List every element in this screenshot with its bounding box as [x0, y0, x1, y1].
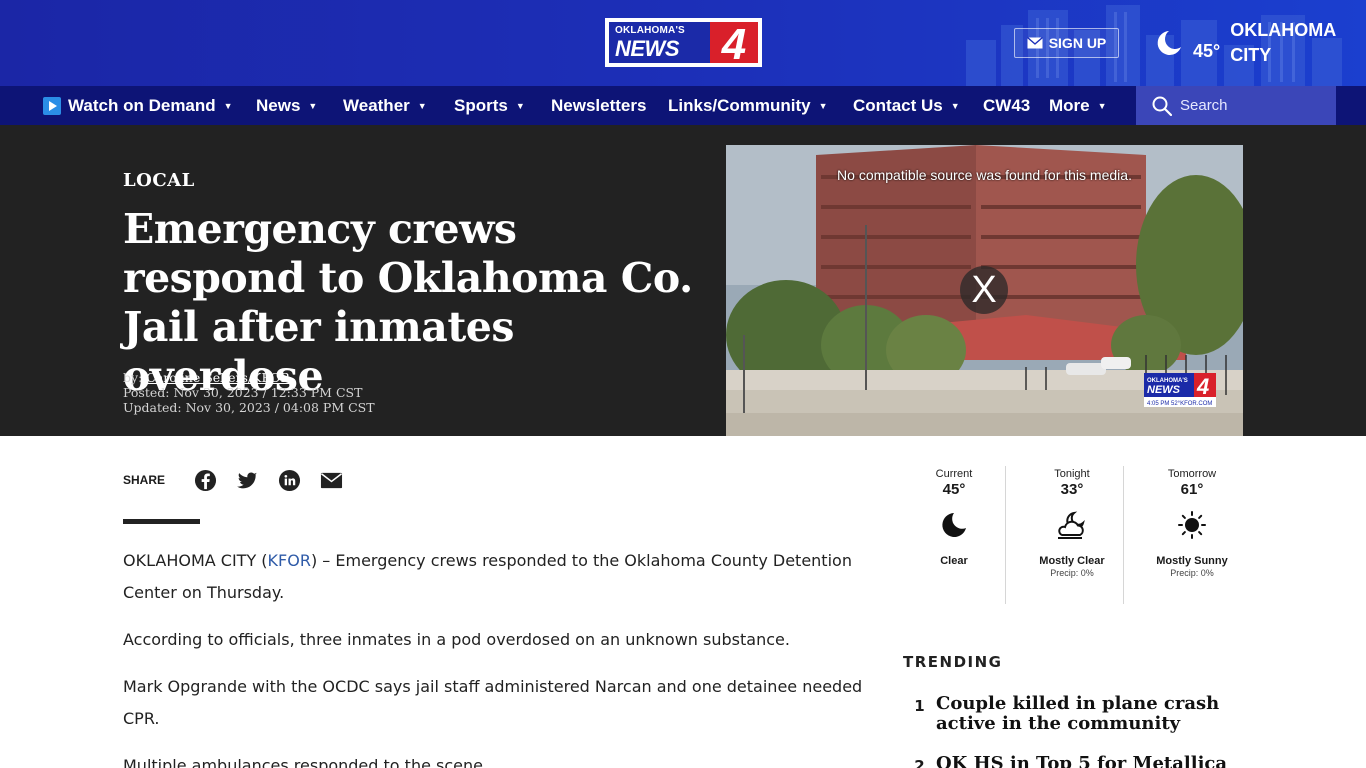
caret-down-icon: ▼	[818, 100, 828, 111]
play-icon	[43, 96, 61, 115]
site-header: OKLAHOMA'S NEWS 4 SIGN UP 45° OKLAHOMA C…	[0, 0, 1366, 86]
posted-date: Posted: Nov 30, 2023 / 12:33 PM CST	[123, 385, 363, 400]
video-error-message: No compatible source was found for this …	[837, 167, 1132, 183]
share-divider	[123, 519, 200, 524]
moon-icon	[1157, 31, 1181, 55]
nav-item-links-community[interactable]: Links/Community ▼	[668, 86, 828, 125]
logo-small-text: OKLAHOMA'S	[615, 25, 685, 36]
close-icon[interactable]: X	[960, 266, 1008, 314]
weather-condition: Mostly Sunny	[1156, 555, 1228, 567]
nav-item-label: More	[1049, 95, 1090, 115]
facebook-icon[interactable]	[194, 469, 217, 492]
caret-down-icon: ▼	[1097, 100, 1107, 111]
nav-item-label: News	[256, 95, 301, 115]
header-weather-temp: 45°	[1193, 40, 1221, 61]
main-nav: Watch on Demand ▼ News ▼ Weather ▼ Sport…	[0, 86, 1366, 125]
nav-item-label: Contact Us	[853, 95, 943, 115]
trending-rank: 1	[914, 697, 925, 715]
caret-down-icon: ▼	[515, 100, 525, 111]
nav-item-label: Sports	[454, 95, 508, 115]
linkedin-icon[interactable]	[278, 469, 301, 492]
logo-number: 4	[710, 22, 758, 63]
share-buttons	[194, 469, 343, 492]
twitter-icon[interactable]	[236, 469, 259, 492]
envelope-icon	[1026, 37, 1043, 49]
trending-item[interactable]: 1 Couple killed in plane crash active in…	[903, 694, 1243, 734]
byline-prefix: by:	[123, 370, 143, 385]
trending-item[interactable]: 2 OK HS in Top 5 for Metallica	[903, 754, 1243, 768]
nav-item-contact-us[interactable]: Contact Us ▼	[853, 86, 960, 125]
weather-period-label: Tonight	[1054, 468, 1090, 480]
article-paragraph: Multiple ambulances responded to the sce…	[123, 756, 489, 768]
nav-item-label: Weather	[343, 95, 410, 115]
logo-big-text: NEWS	[615, 36, 680, 61]
article-paragraph: OKLAHOMA CITY (KFOR) – Emergency crews r…	[123, 545, 868, 609]
partly-cloudy-night-icon	[1013, 508, 1131, 542]
caret-down-icon: ▼	[950, 100, 960, 111]
sun-icon	[1133, 508, 1251, 542]
nav-item-sports[interactable]: Sports ▼	[454, 86, 525, 125]
watermark-time: 4:05 PM 52°KFOR.COM	[1147, 401, 1212, 407]
email-icon[interactable]	[320, 469, 343, 492]
author-link[interactable]: Caroline Sellers/KFOR	[146, 370, 290, 385]
nav-item-label: Newsletters	[551, 95, 647, 115]
nav-item-cw43[interactable]: CW43	[983, 86, 1030, 125]
nav-item-watch-on-demand[interactable]: Watch on Demand ▼	[43, 86, 233, 125]
search-box[interactable]	[1136, 86, 1336, 125]
weather-condition: Mostly Clear	[1039, 555, 1105, 567]
station-watermark: OKLAHOMA'S NEWS 4 4:05 PM 52°KFOR.COM	[1144, 373, 1216, 407]
article-meta: by: Caroline Sellers/KFOR Posted: Nov 30…	[123, 370, 375, 415]
weather-condition: Clear	[940, 555, 968, 567]
site-logo[interactable]: OKLAHOMA'S NEWS 4	[605, 18, 762, 67]
search-input[interactable]	[1180, 97, 1330, 114]
nav-item-weather[interactable]: Weather ▼	[343, 86, 427, 125]
nav-item-label: CW43	[983, 95, 1031, 115]
weather-temp: 33°	[1060, 481, 1084, 498]
article-paragraph: According to officials, three inmates in…	[123, 630, 790, 649]
trending-link[interactable]: OK HS in Top 5 for Metallica	[936, 754, 1241, 768]
weather-tonight[interactable]: Tonight 33° Mostly Clear Precip: 0%	[1013, 466, 1131, 604]
caret-down-icon: ▼	[223, 100, 233, 111]
weather-period-label: Tomorrow	[1167, 468, 1217, 480]
article-hero: LOCAL Emergency crews respond to Oklahom…	[0, 125, 1366, 436]
article-body: OKLAHOMA CITY (KFOR) – Emergency crews r…	[123, 545, 868, 768]
weather-current[interactable]: Current 45° Clear	[895, 466, 1013, 604]
article-category[interactable]: LOCAL	[123, 170, 195, 191]
kfor-link[interactable]: KFOR	[268, 551, 311, 570]
nav-item-news[interactable]: News ▼	[256, 86, 317, 125]
weather-temp: 61°	[1180, 481, 1204, 498]
trending-rank: 2	[914, 757, 925, 768]
nav-item-newsletters[interactable]: Newsletters	[551, 86, 646, 125]
byline: by: Caroline Sellers/KFOR	[123, 370, 375, 385]
updated-date: Updated: Nov 30, 2023 / 04:08 PM CST	[123, 400, 375, 415]
nav-item-more[interactable]: More ▼	[1049, 86, 1107, 125]
search-icon	[1152, 96, 1172, 116]
paragraph-text: OKLAHOMA CITY (	[123, 551, 268, 570]
sign-up-button[interactable]: SIGN UP	[1014, 28, 1119, 58]
article-paragraph: Mark Opgrande with the OCDC says jail st…	[123, 677, 863, 728]
sign-up-label: SIGN UP	[1048, 35, 1107, 51]
weather-precip: Precip: 0%	[1050, 568, 1094, 578]
nav-item-label: Watch on Demand	[68, 95, 216, 115]
header-weather[interactable]: 45° OKLAHOMA CITY	[1155, 18, 1340, 68]
weather-tomorrow[interactable]: Tomorrow 61° Mostly Sunny Precip: 0%	[1133, 466, 1251, 604]
weather-divider	[1005, 466, 1006, 604]
weather-period-label: Current	[935, 468, 973, 480]
video-player[interactable]: No compatible source was found for this …	[726, 145, 1243, 436]
header-weather-city: OKLAHOMA CITY	[1230, 20, 1336, 65]
moon-icon	[895, 508, 1013, 542]
nav-item-label: Links/Community	[668, 95, 811, 115]
weather-temp: 45°	[942, 481, 966, 498]
weather-divider	[1123, 466, 1124, 604]
caret-down-icon: ▼	[308, 100, 318, 111]
share-label: SHARE	[123, 473, 166, 487]
weather-precip: Precip: 0%	[1170, 568, 1214, 578]
caret-down-icon: ▼	[417, 100, 427, 111]
svg-text:4: 4	[1196, 374, 1209, 399]
trending-heading: TRENDING	[903, 653, 1003, 671]
trending-link[interactable]: Couple killed in plane crash active in t…	[936, 694, 1241, 734]
svg-text:NEWS: NEWS	[1147, 384, 1181, 396]
